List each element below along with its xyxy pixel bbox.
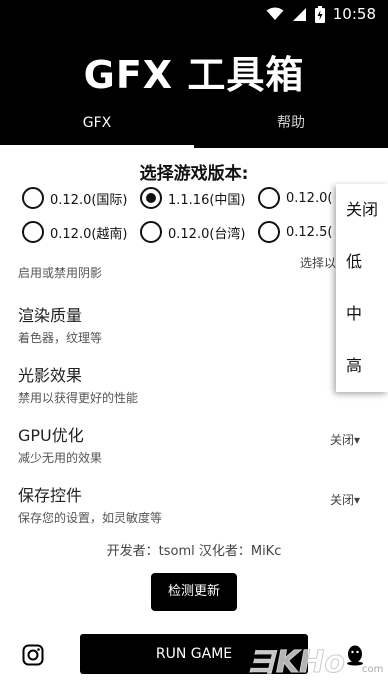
app-header: 10:58 GFX 工具箱 GFX 帮助 <box>0 0 388 148</box>
app-title: GFX 工具箱 <box>83 53 305 97</box>
setting-title: GPU优化 <box>18 426 84 445</box>
radio-version-taiwan[interactable]: 0.12.0(台湾) <box>140 221 258 243</box>
version-row-1: 0.12.0(国际) 1.1.16(中国) 0.12.0( <box>22 187 376 209</box>
setting-shadow-value[interactable]: 选择以 <box>300 254 336 271</box>
setting-subtitle: 着色器，纹理等 <box>18 331 103 345</box>
instagram-icon[interactable] <box>22 644 44 666</box>
setting-lighting[interactable]: 光影效果 禁用以获得更好的性能 <box>18 362 368 406</box>
setting-title: 渲染质量 <box>18 306 83 325</box>
tab-help[interactable]: 帮助 <box>194 104 388 148</box>
dropdown-option-medium[interactable]: 中 <box>336 288 388 340</box>
radio-label: 0.12.5( <box>286 224 333 240</box>
status-icons: 10:58 <box>266 5 376 23</box>
setting-shadow-sub: 启用或禁用阴影 <box>18 266 103 280</box>
quality-dropdown-menu: 关闭 低 中 高 <box>336 184 388 392</box>
dropdown-option-low[interactable]: 低 <box>336 236 388 288</box>
radio-label: 1.1.16(中国) <box>168 192 246 208</box>
radio-circle <box>22 221 44 243</box>
radio-circle <box>140 221 162 243</box>
wifi-icon <box>266 7 284 20</box>
watermark-logo: ヨKHo <box>246 645 346 681</box>
save-controls-dropdown[interactable]: 关闭▾ <box>330 491 360 508</box>
check-update-button[interactable]: 检测更新 <box>151 573 237 611</box>
setting-render-quality[interactable]: 渲染质量 着色器，纹理等 <box>18 302 368 346</box>
setting-subtitle: 禁用以获得更好的性能 <box>18 391 139 405</box>
version-row-2: 0.12.0(越南) 0.12.0(台湾) 0.12.5( <box>22 221 376 243</box>
battery-icon <box>314 5 325 23</box>
signal-icon <box>292 7 306 21</box>
gpu-dropdown[interactable]: 关闭▾ <box>330 431 360 448</box>
setting-save-controls: 保存控件 保存您的设置，如灵敏度等 关闭▾ <box>18 482 368 526</box>
version-title: 选择游戏版本: <box>139 164 249 184</box>
tab-bar: GFX 帮助 <box>0 104 388 148</box>
status-time: 10:58 <box>332 5 376 23</box>
setting-subtitle: 保存您的设置，如灵敏度等 <box>18 511 163 525</box>
radio-version-china[interactable]: 1.1.16(中国) <box>140 187 258 209</box>
radio-label: 0.12.0(台湾) <box>168 226 246 242</box>
radio-version-global[interactable]: 0.12.0(国际) <box>22 187 140 209</box>
dropdown-option-high[interactable]: 高 <box>336 340 388 392</box>
status-bar: 10:58 <box>0 0 388 28</box>
dropdown-option-off[interactable]: 关闭 <box>336 184 388 236</box>
radio-version-vietnam[interactable]: 0.12.0(越南) <box>22 221 140 243</box>
radio-circle <box>22 187 44 209</box>
setting-title: 保存控件 <box>18 486 83 505</box>
setting-gpu-optimization: GPU优化 减少无用的效果 关闭▾ <box>18 422 368 466</box>
radio-circle <box>258 187 280 209</box>
tab-gfx[interactable]: GFX <box>0 104 194 148</box>
radio-circle-checked <box>140 187 162 209</box>
radio-label: 0.12.0(国际) <box>50 192 128 208</box>
radio-label: 0.12.0(越南) <box>50 226 128 242</box>
watermark-sub: com <box>362 664 384 675</box>
qq-icon[interactable] <box>344 644 366 666</box>
radio-label: 0.12.0( <box>286 190 333 206</box>
credits: 开发者：tsoml 汉化者：MiKc <box>106 544 282 559</box>
setting-subtitle: 减少无用的效果 <box>18 451 103 465</box>
radio-circle <box>258 221 280 243</box>
tab-indicator <box>0 145 194 148</box>
setting-title: 光影效果 <box>18 366 83 385</box>
